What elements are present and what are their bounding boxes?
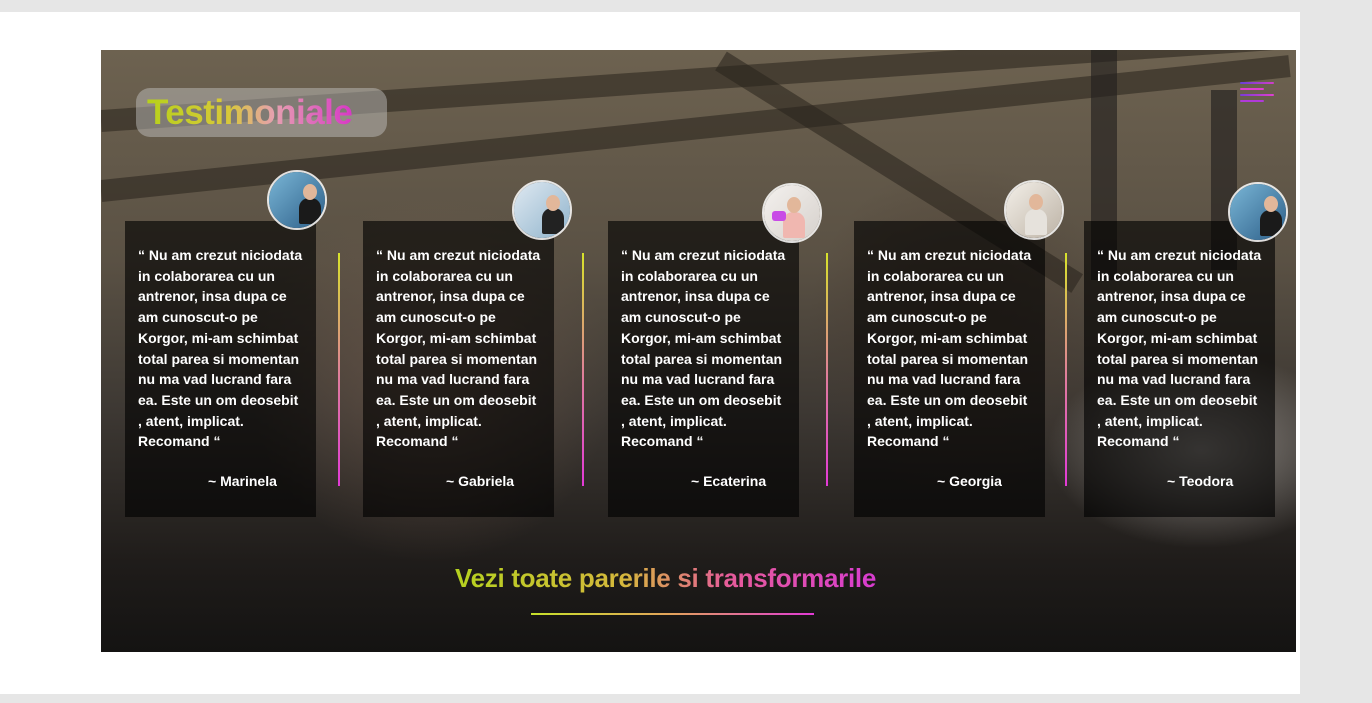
card-divider [582,253,584,486]
testimonial-card: “ Nu am crezut niciodata in colaborarea … [1084,221,1275,517]
testimonial-card: “ Nu am crezut niciodata in colaborarea … [608,221,799,517]
page-frame-right [1300,12,1372,703]
card-divider [1065,253,1067,486]
testimonial-card: “ Nu am crezut niciodata in colaborarea … [854,221,1045,517]
testimonial-avatar [1004,180,1064,240]
card-divider [826,253,828,486]
cta-underline [531,613,814,615]
testimonial-author: ~ Gabriela [446,473,515,489]
testimonial-card: “ Nu am crezut niciodata in colaborarea … [363,221,554,517]
testimonial-author: ~ Georgia [937,473,1002,489]
testimonial-avatar [1228,182,1288,242]
testimonial-avatar [762,183,822,243]
testimonial-avatar [267,170,327,230]
testimonial-author: ~ Marinela [208,473,277,489]
testimonial-author: ~ Teodora [1167,473,1234,489]
testimonial-quote: “ Nu am crezut niciodata in colaborarea … [376,247,541,450]
testimonial-quote: “ Nu am crezut niciodata in colaborarea … [138,247,303,450]
page-frame-top [0,0,1372,12]
page-frame-bottom [0,694,1300,703]
view-all-reviews-link[interactable]: Vezi toate parerile si transformarile [455,563,876,594]
testimonial-quote: “ Nu am crezut niciodata in colaborarea … [1097,247,1262,450]
testimonial-quote: “ Nu am crezut niciodata in colaborarea … [621,247,786,450]
testimonial-avatar [512,180,572,240]
testimonial-author: ~ Ecaterina [691,473,767,489]
page-title: Testimoniale [147,88,353,137]
card-divider [338,253,340,486]
testimonial-card: “ Nu am crezut niciodata in colaborarea … [125,221,316,517]
hamburger-menu-icon[interactable] [1240,82,1274,104]
testimonial-quote: “ Nu am crezut niciodata in colaborarea … [867,247,1032,450]
